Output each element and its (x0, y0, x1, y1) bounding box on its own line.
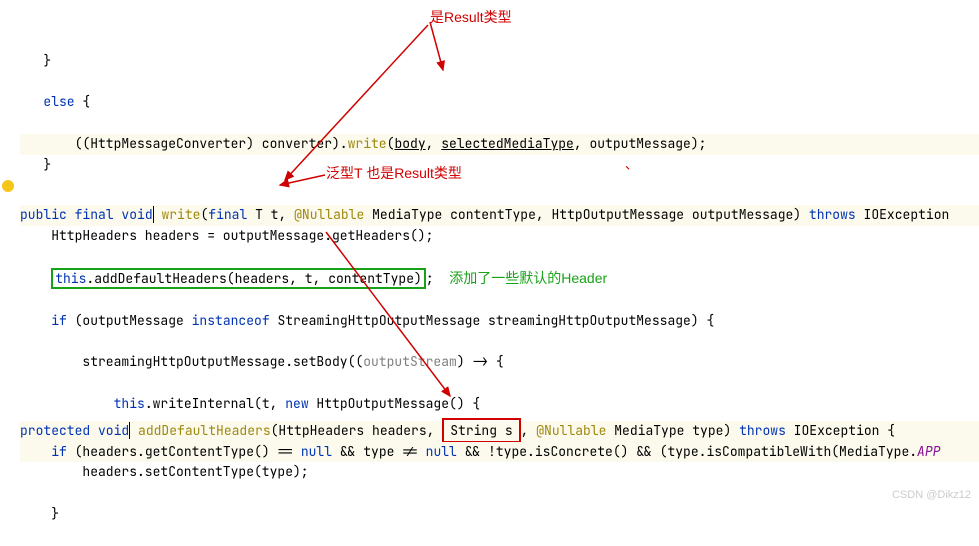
code-line: HttpHeaders headers = outputMessage.getH… (20, 226, 979, 247)
code-line: else { (20, 92, 979, 113)
code-line: } (20, 504, 979, 525)
code-line-highlighted: public final void write(final T t, @Null… (20, 205, 979, 226)
code-block-1: } else { ((HttpMessageConverter) convert… (0, 26, 979, 196)
code-line: } (20, 51, 979, 72)
code-line: streamingHttpOutputMessage.setBody((outp… (20, 352, 979, 373)
code-line: this.addDefaultHeaders(headers, t, conte… (20, 267, 979, 290)
red-highlight-box: String s (442, 418, 520, 443)
annotation-header: 添加了一些默认的Header (449, 270, 607, 286)
code-line-highlighted: if (headers.getContentType() == null && … (20, 442, 979, 463)
code-block-3: protected void addDefaultHeaders(HttpHea… (0, 396, 979, 546)
watermark: CSDN @Dikz12 (892, 487, 971, 505)
code-line: } (20, 155, 979, 176)
code-line-highlighted: ((HttpMessageConverter) converter).write… (20, 134, 979, 155)
green-highlight-box: this.addDefaultHeaders(headers, t, conte… (51, 268, 426, 289)
code-line: if (outputMessage instanceof StreamingHt… (20, 311, 979, 332)
code-line-highlighted: protected void addDefaultHeaders(HttpHea… (20, 421, 979, 442)
annotation-dot: 、 (625, 155, 638, 176)
code-line: headers.setContentType(type); (20, 462, 979, 483)
